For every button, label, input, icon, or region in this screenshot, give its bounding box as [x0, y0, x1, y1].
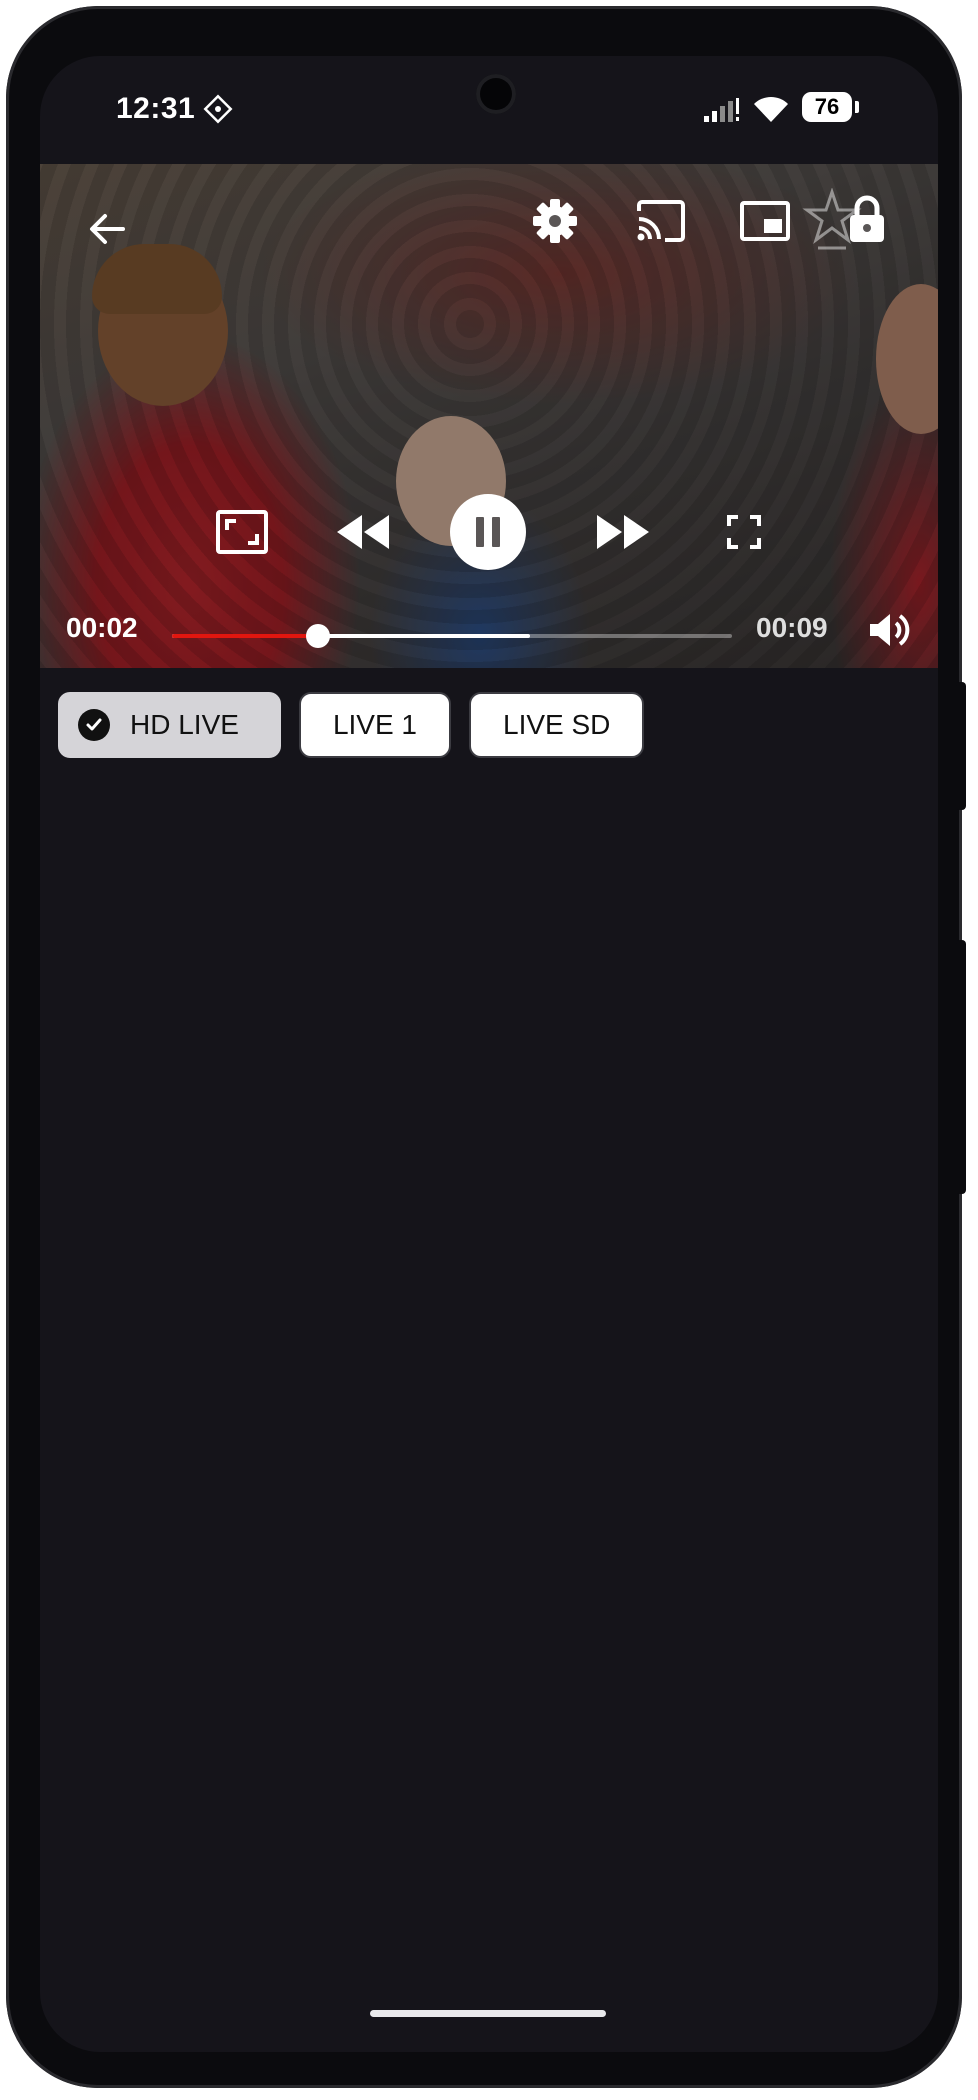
front-camera	[476, 74, 516, 114]
phone-frame: 12:31 76 00:02 00:09 HD LIVE LIVE 1 LIVE…	[6, 6, 966, 2088]
volume-button[interactable]	[862, 602, 918, 658]
stream-chip-hd-live[interactable]: HD LIVE	[58, 692, 281, 758]
settings-button[interactable]	[524, 190, 586, 252]
back-arrow-icon	[90, 214, 125, 244]
pause-button[interactable]	[450, 494, 526, 570]
stream-selector: HD LIVE LIVE 1 LIVE SD	[58, 692, 645, 758]
status-time: 12:31	[116, 92, 196, 125]
seek-bar[interactable]	[172, 624, 732, 648]
lock-icon	[850, 195, 884, 242]
current-time: 00:02	[66, 612, 138, 643]
home-indicator[interactable]	[370, 2010, 606, 2017]
fullscreen-button[interactable]	[716, 504, 772, 560]
duration-time: 00:09	[756, 612, 828, 643]
rewind-button[interactable]	[328, 502, 398, 562]
screen: 12:31 76 00:02 00:09 HD LIVE LIVE 1 LIVE…	[40, 56, 938, 2052]
fast-forward-icon	[597, 515, 649, 549]
battery-tip	[855, 101, 859, 113]
stream-chip-label: LIVE 1	[332, 709, 417, 740]
fullscreen-icon	[727, 515, 761, 549]
cast-icon	[637, 200, 685, 242]
check-circle-icon	[78, 709, 110, 741]
rewind-icon	[337, 515, 389, 549]
fast-forward-button[interactable]	[588, 502, 658, 562]
picture-in-picture-button[interactable]	[732, 190, 798, 252]
stream-chip-live-1[interactable]: LIVE 1	[298, 692, 451, 758]
seek-progress	[172, 634, 318, 638]
lock-button[interactable]	[842, 188, 892, 250]
seek-thumb[interactable]	[305, 624, 330, 648]
app-notification-icon	[203, 94, 233, 129]
status-bar: 12:31 76	[40, 56, 938, 166]
resize-button[interactable]	[212, 502, 272, 562]
picture-in-picture-icon	[740, 201, 790, 241]
pause-icon	[476, 517, 500, 547]
stream-chip-label: HD LIVE	[130, 709, 239, 740]
video-player[interactable]: 00:02 00:09	[40, 164, 938, 668]
battery-icon: 76	[802, 92, 852, 122]
stream-chip-live-sd[interactable]: LIVE SD	[469, 692, 645, 758]
volume-rocker	[956, 940, 966, 1194]
back-button[interactable]	[78, 200, 136, 258]
wifi-icon	[752, 94, 790, 129]
resize-icon	[216, 510, 268, 554]
volume-icon	[870, 614, 910, 646]
stream-chip-label: LIVE SD	[503, 709, 611, 740]
power-button	[956, 682, 966, 810]
signal-icon	[704, 98, 742, 127]
settings-gear-icon	[533, 199, 577, 243]
cast-button[interactable]	[628, 190, 694, 252]
